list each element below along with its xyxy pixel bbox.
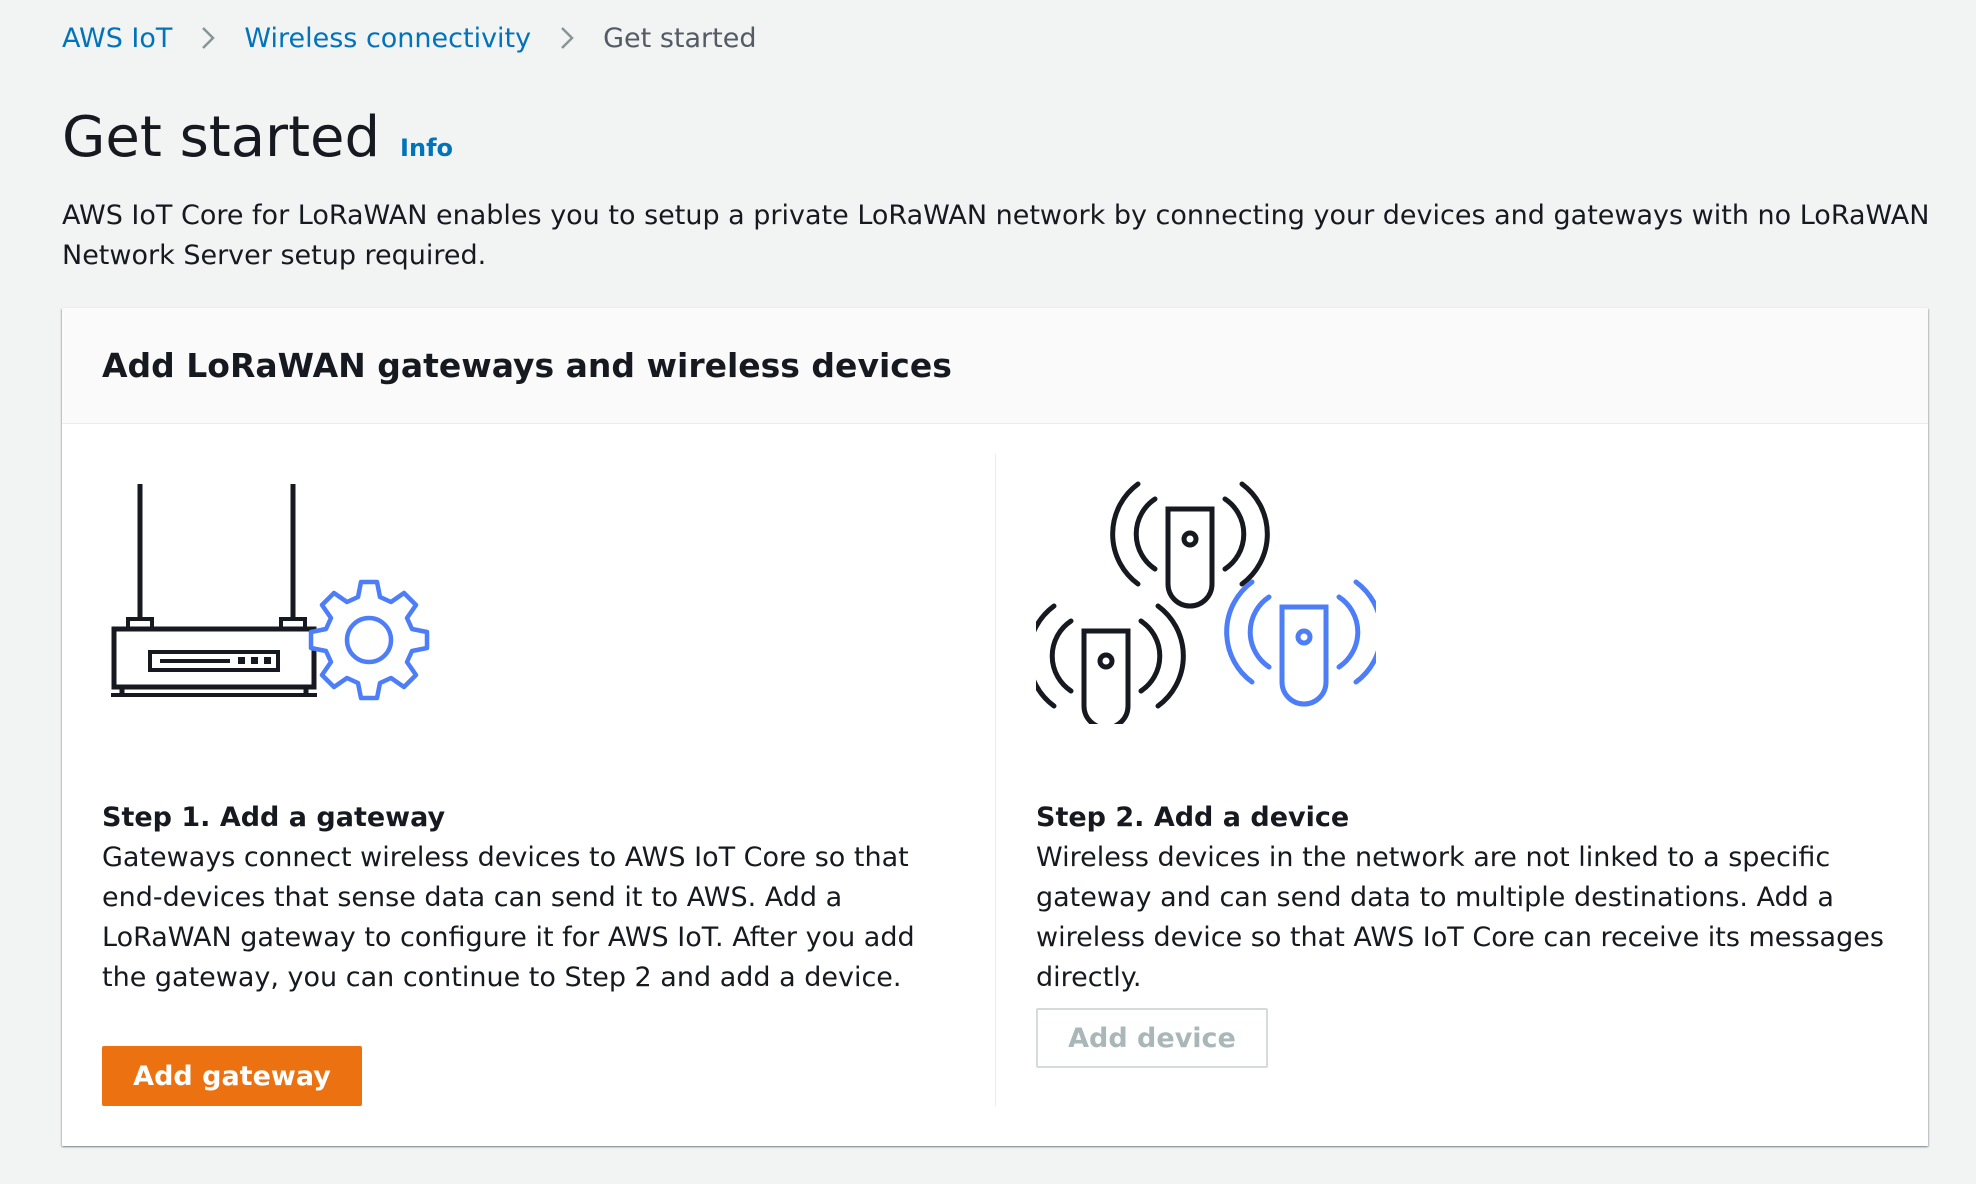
page-header: Get started Info <box>62 100 453 176</box>
lorawan-container: Add LoRaWAN gateways and wireless device… <box>62 308 1928 1146</box>
steps-columns: Step 1. Add a gateway Gateways connect w… <box>62 424 1928 1146</box>
wireless-devices-icon <box>1026 444 1384 731</box>
gateway-router-gear-icon <box>102 444 442 708</box>
page-description: AWS IoT Core for LoRaWAN enables you to … <box>62 200 1930 271</box>
chevron-right-icon <box>172 18 244 58</box>
breadcrumb-wireless-connectivity[interactable]: Wireless connectivity <box>244 23 531 54</box>
add-device-button[interactable]: Add device <box>1036 1008 1268 1068</box>
step-1-title: Step 1. Add a gateway <box>102 802 446 833</box>
breadcrumb-current: Get started <box>603 22 757 54</box>
step-1-description: Gateways connect wireless devices to AWS… <box>102 842 915 993</box>
step-2-description: Wireless devices in the network are not … <box>1036 842 1884 993</box>
breadcrumb: AWS IoT Wireless connectivity Get starte… <box>62 18 756 58</box>
column-divider <box>995 454 996 1106</box>
container-header: Add LoRaWAN gateways and wireless device… <box>62 308 1928 424</box>
step-2-title: Step 2. Add a device <box>1036 802 1350 833</box>
page-title: Get started <box>62 105 381 170</box>
info-link[interactable]: Info <box>400 134 453 162</box>
add-gateway-button[interactable]: Add gateway <box>102 1046 362 1106</box>
breadcrumb-aws-iot[interactable]: AWS IoT <box>62 23 172 54</box>
chevron-right-icon <box>531 18 603 58</box>
container-title: Add LoRaWAN gateways and wireless device… <box>102 346 952 385</box>
